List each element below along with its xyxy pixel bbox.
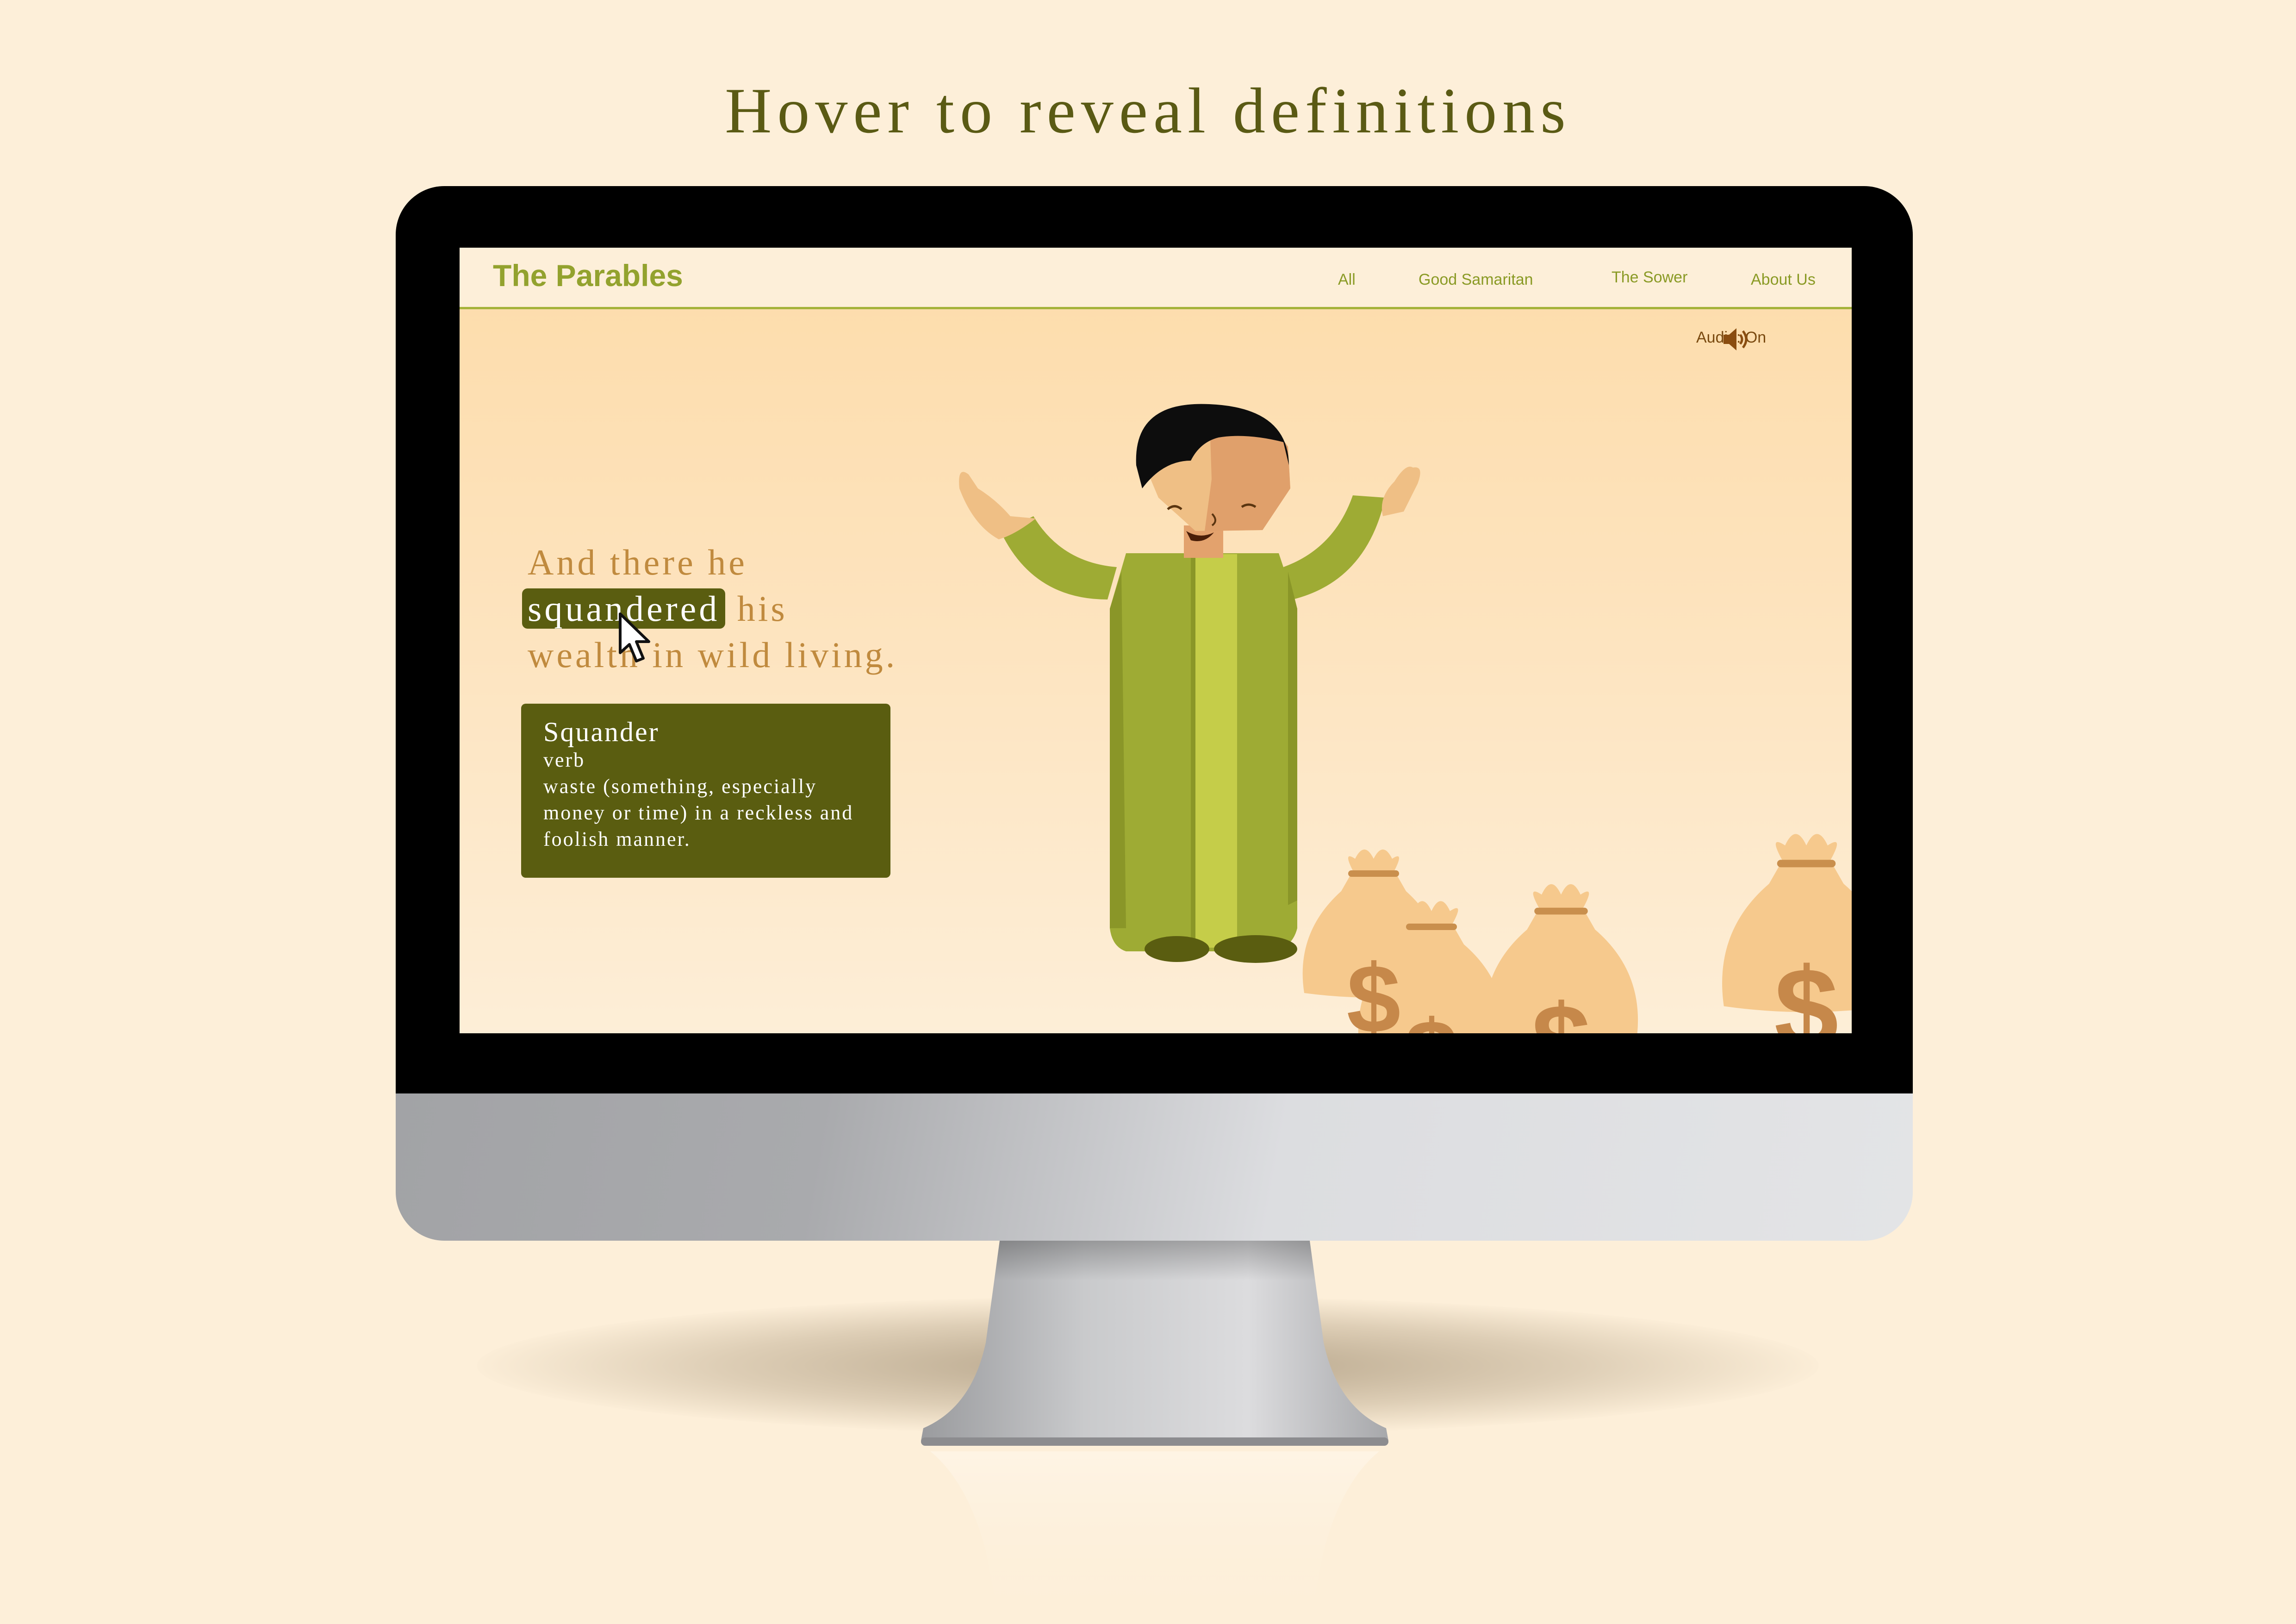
- definition-text: waste (something, especially money or ti…: [543, 775, 854, 850]
- screen-overlay: And there he squandered his wealth in wi…: [460, 248, 1852, 1033]
- verse-line-3: wealth in wild living.: [528, 635, 898, 675]
- monitor-chin: [396, 1093, 1913, 1241]
- definition-part-of-speech: verb: [543, 749, 585, 771]
- verse-line-2-rest: his: [737, 588, 788, 629]
- verse-line-2: squandered his: [522, 586, 981, 632]
- verse-line-1: And there he: [528, 542, 747, 582]
- cursor-icon: [619, 612, 650, 662]
- parable-verse: And there he squandered his wealth in wi…: [522, 539, 981, 678]
- definition-tooltip: Squander verb waste (something, especial…: [521, 704, 890, 878]
- definition-word: Squander: [543, 717, 660, 747]
